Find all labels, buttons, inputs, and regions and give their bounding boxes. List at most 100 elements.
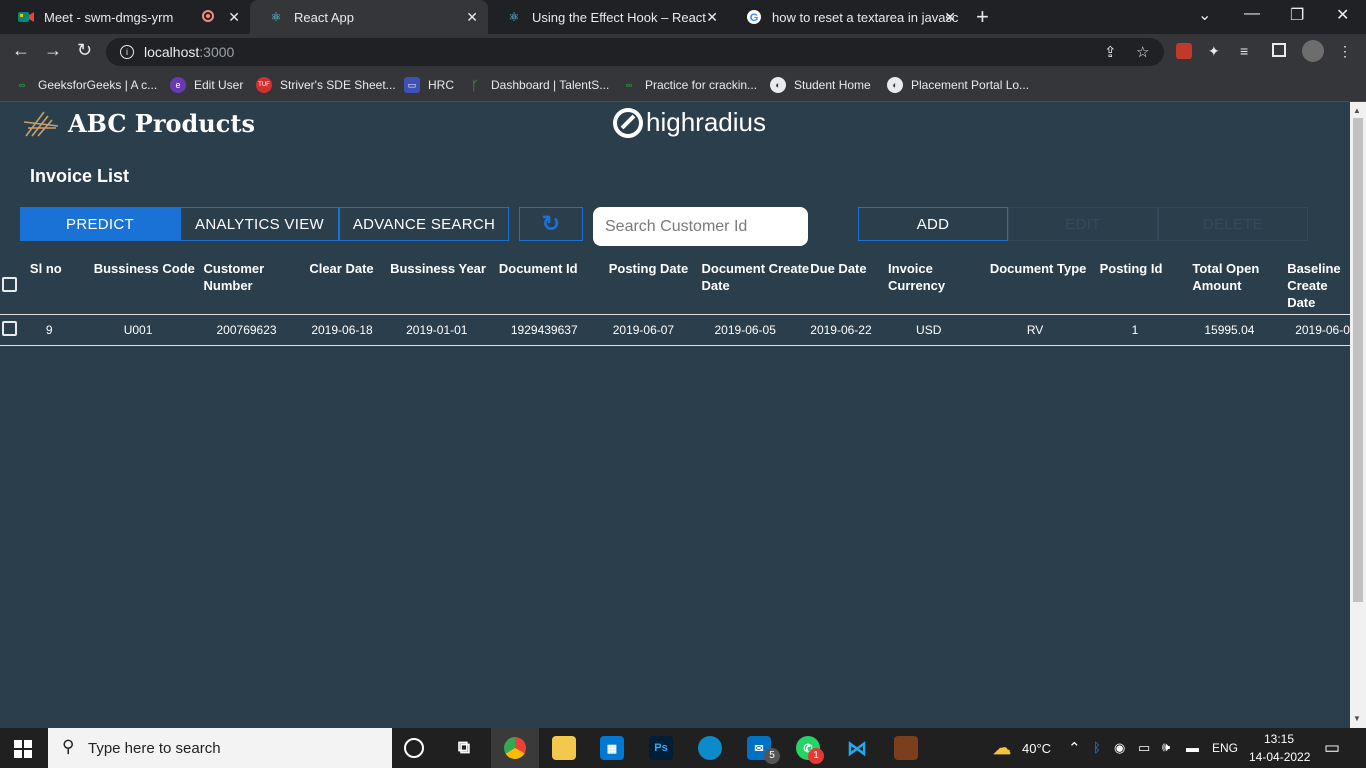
refresh-button[interactable]: ↻ bbox=[519, 207, 583, 241]
add-button[interactable]: ADD bbox=[858, 207, 1008, 241]
column-header[interactable]: Document Type bbox=[989, 252, 1100, 315]
taskbar-search-input[interactable]: ⚲ Type here to search bbox=[48, 728, 392, 768]
globe-icon: ◐ bbox=[887, 77, 903, 93]
vertical-scrollbar[interactable]: ▲ ▼ bbox=[1350, 102, 1366, 728]
column-header[interactable]: Document Create Date bbox=[701, 252, 811, 315]
chevron-down-icon[interactable]: ⌄ bbox=[1198, 5, 1211, 25]
vscode-icon[interactable]: ⋈ bbox=[845, 736, 869, 760]
search-customer-input[interactable]: Search Customer Id bbox=[593, 207, 808, 246]
predict-button[interactable]: PREDICT bbox=[20, 207, 180, 241]
cortana-icon[interactable] bbox=[404, 738, 424, 758]
close-window-button[interactable]: ✕ bbox=[1336, 5, 1349, 25]
reload-button[interactable]: ↻ bbox=[77, 40, 92, 61]
chrome-icon[interactable] bbox=[491, 728, 539, 768]
volume-icon[interactable]: 🕪 bbox=[1162, 739, 1170, 755]
svg-text:G: G bbox=[750, 12, 759, 24]
tab-google-search[interactable]: G how to reset a textarea in javascri ✕ bbox=[728, 0, 966, 34]
star-icon[interactable]: ☆ bbox=[1136, 43, 1149, 61]
back-button[interactable]: ← bbox=[12, 40, 30, 61]
column-header[interactable]: Customer Number bbox=[203, 252, 310, 315]
restore-button[interactable]: ❐ bbox=[1290, 5, 1304, 25]
network-icon[interactable]: ▭ bbox=[1138, 740, 1150, 756]
bookmark-item[interactable]: ∞ GeeksforGeeks | A c... bbox=[14, 77, 157, 93]
recording-icon bbox=[202, 10, 214, 22]
bookmark-item[interactable]: ◐ Placement Portal Lo... bbox=[887, 77, 1029, 93]
bookmark-item[interactable]: ▭ HRC bbox=[404, 77, 454, 93]
column-header[interactable]: Posting Date bbox=[608, 252, 702, 315]
edge-icon[interactable] bbox=[698, 736, 722, 760]
delete-button[interactable]: DELETE bbox=[1158, 207, 1308, 241]
select-all-checkbox[interactable] bbox=[0, 252, 30, 315]
photoshop-icon[interactable]: Ps bbox=[649, 736, 673, 760]
scroll-down-icon[interactable]: ▼ bbox=[1353, 714, 1361, 723]
column-header[interactable]: Sl no bbox=[29, 252, 94, 315]
table-cell: 15995.04 bbox=[1192, 314, 1288, 346]
clock-time[interactable]: 13:15 bbox=[1264, 732, 1294, 746]
clock-date[interactable]: 14-04-2022 bbox=[1249, 750, 1310, 764]
analytics-view-button[interactable]: ANALYTICS VIEW bbox=[180, 207, 339, 241]
avatar[interactable] bbox=[1302, 40, 1324, 62]
close-icon[interactable]: ✕ bbox=[228, 9, 240, 26]
windows-start-icon[interactable] bbox=[14, 740, 32, 758]
column-header[interactable]: Total Open Amount bbox=[1192, 252, 1288, 315]
share-icon[interactable]: ⇪ bbox=[1104, 43, 1117, 61]
bookmark-item[interactable]: ∞ Practice for crackin... bbox=[621, 77, 757, 93]
close-icon[interactable]: ✕ bbox=[706, 9, 718, 26]
antivirus-icon[interactable]: ◉ bbox=[1114, 740, 1125, 756]
minimize-button[interactable]: — bbox=[1244, 5, 1260, 23]
tab-react-app[interactable]: ⚛ React App ✕ bbox=[250, 0, 488, 34]
scroll-up-icon[interactable]: ▲ bbox=[1353, 106, 1361, 115]
scrollbar-thumb[interactable] bbox=[1353, 118, 1363, 602]
table-cell: 1 bbox=[1099, 314, 1193, 346]
tab-meet[interactable]: Meet - swm-dmgs-yrm ✕ bbox=[0, 0, 250, 34]
game-icon[interactable] bbox=[894, 736, 918, 760]
info-icon[interactable]: i bbox=[120, 45, 134, 59]
column-header[interactable]: Clear Date bbox=[309, 252, 391, 315]
tab-effect-hook[interactable]: ⚛ Using the Effect Hook – React ✕ bbox=[488, 0, 728, 34]
task-view-icon[interactable]: ⧉ bbox=[452, 736, 476, 760]
column-header[interactable]: Document Id bbox=[498, 252, 609, 315]
column-header[interactable]: Baseline Create Date bbox=[1287, 252, 1350, 315]
row-checkbox[interactable] bbox=[0, 314, 30, 346]
browser-tab-strip: Meet - swm-dmgs-yrm ✕ ⚛ React App ✕ ⚛ Us… bbox=[0, 0, 1366, 34]
table-cell: 9 bbox=[29, 314, 94, 346]
bluetooth-icon[interactable]: ᛒ bbox=[1093, 740, 1101, 755]
column-header[interactable]: Invoice Currency bbox=[888, 252, 990, 315]
column-header[interactable]: Bussiness Year bbox=[390, 252, 499, 315]
close-icon[interactable]: ✕ bbox=[944, 9, 956, 26]
url-bar[interactable]: i localhost:3000 bbox=[106, 38, 1164, 66]
weather-icon[interactable]: ☁ bbox=[990, 736, 1014, 760]
close-icon[interactable]: ✕ bbox=[466, 9, 478, 26]
bookmark-label: Placement Portal Lo... bbox=[911, 78, 1030, 92]
bookmark-item[interactable]: ◐ Student Home bbox=[770, 77, 871, 93]
table-cell: RV bbox=[989, 314, 1100, 346]
column-header[interactable]: Bussiness Code bbox=[93, 252, 204, 315]
advance-search-button[interactable]: ADVANCE SEARCH bbox=[339, 207, 509, 241]
edit-button[interactable]: EDIT bbox=[1008, 207, 1158, 241]
new-tab-button[interactable]: + bbox=[976, 4, 989, 30]
weather-temp[interactable]: 40°C bbox=[1022, 741, 1051, 756]
notifications-icon[interactable]: ▭ bbox=[1324, 738, 1340, 758]
highradius-logo-text: highradius bbox=[646, 106, 766, 137]
sidepanel-icon[interactable] bbox=[1272, 43, 1286, 57]
battery-icon[interactable]: ▬ bbox=[1186, 740, 1199, 755]
menu-icon[interactable]: ⋮ bbox=[1338, 43, 1352, 60]
puzzle-icon[interactable]: ✦ bbox=[1208, 43, 1220, 60]
checkbox-icon[interactable] bbox=[2, 320, 17, 336]
media-icon[interactable]: ≡ bbox=[1240, 43, 1248, 59]
bookmark-label: HRC bbox=[428, 78, 454, 92]
forward-button[interactable]: → bbox=[44, 40, 62, 61]
store-icon[interactable]: ▦ bbox=[600, 736, 624, 760]
extension-icon[interactable] bbox=[1176, 43, 1192, 59]
bookmark-item[interactable]: TUF Striver's SDE Sheet... bbox=[256, 77, 396, 93]
column-header[interactable]: Posting Id bbox=[1099, 252, 1193, 315]
column-header[interactable]: Due Date bbox=[810, 252, 889, 315]
checkbox-icon[interactable] bbox=[2, 277, 17, 293]
bookmark-label: GeeksforGeeks | A c... bbox=[38, 78, 158, 92]
chevron-up-icon[interactable]: ⌃ bbox=[1068, 739, 1081, 757]
language-indicator[interactable]: ENG bbox=[1212, 741, 1238, 755]
file-explorer-icon[interactable] bbox=[552, 736, 576, 760]
table-row[interactable]: 9 U001 200769623 2019-06-18 2019-01-01 1… bbox=[0, 314, 1350, 346]
bookmark-item[interactable]: ᚴ Dashboard | TalentS... bbox=[467, 77, 609, 93]
bookmark-item[interactable]: e Edit User bbox=[170, 77, 243, 93]
